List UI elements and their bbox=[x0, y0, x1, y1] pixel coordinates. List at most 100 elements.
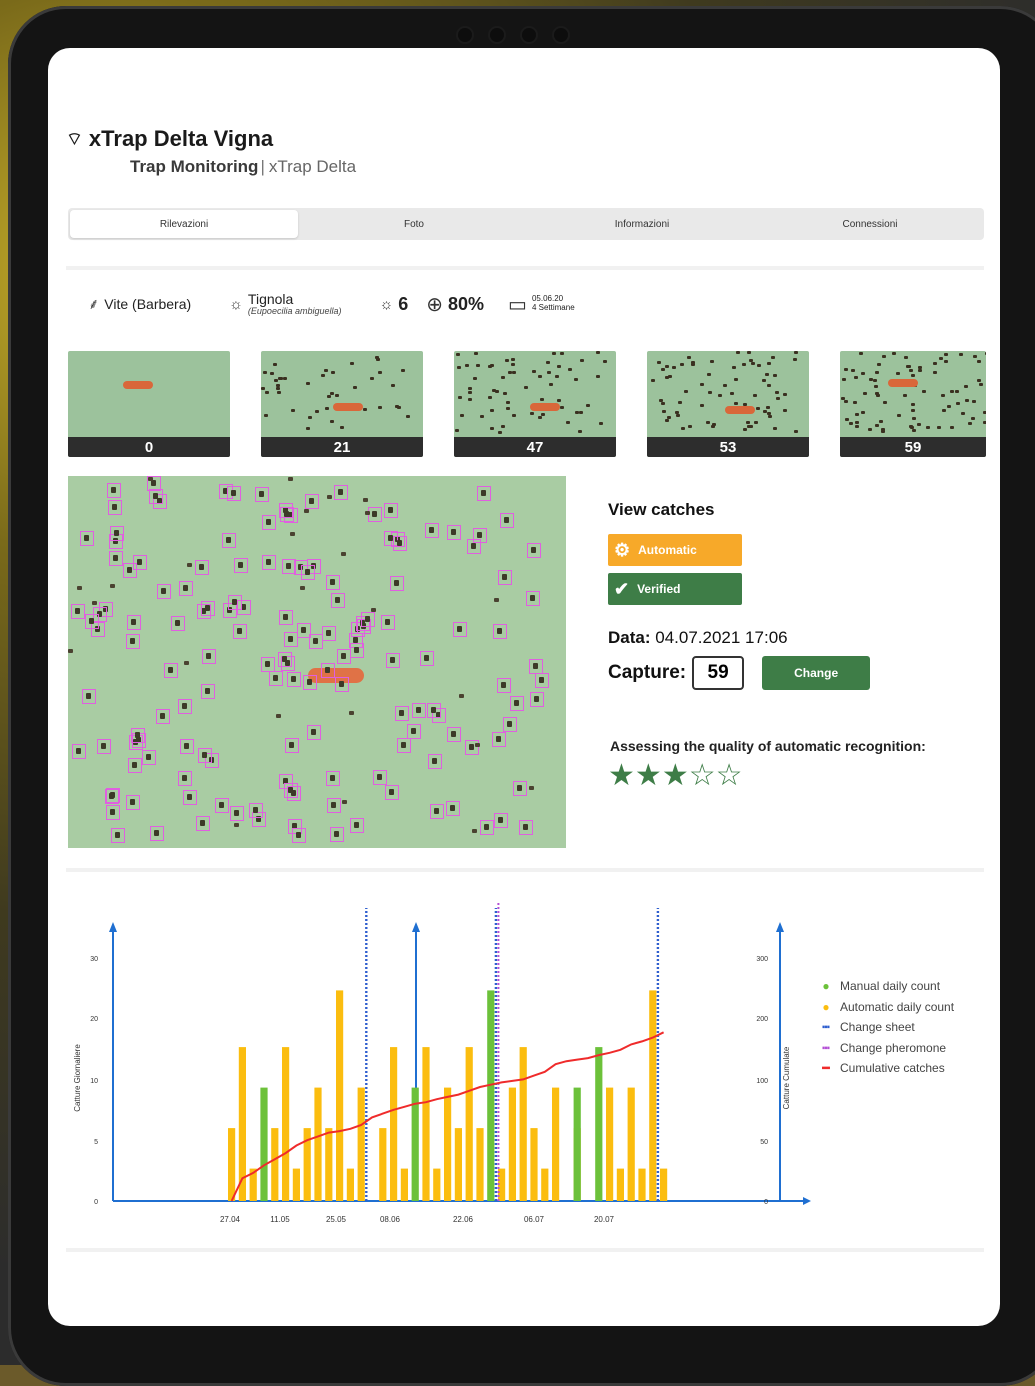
detection-box bbox=[420, 651, 434, 666]
capture-count-field[interactable]: 59 bbox=[692, 656, 745, 690]
tab-rilevazioni[interactable]: Rilevazioni bbox=[70, 210, 298, 238]
detection-box bbox=[494, 813, 508, 828]
insect bbox=[342, 800, 347, 804]
data-label: Data: bbox=[608, 628, 651, 647]
thumbnail[interactable]: 0 bbox=[68, 351, 230, 457]
detection-box bbox=[280, 507, 294, 522]
y-tick-label-right: 50 bbox=[760, 1139, 768, 1146]
thumbnail[interactable]: 59 bbox=[840, 351, 986, 457]
detection-box bbox=[385, 785, 399, 800]
detection-box bbox=[303, 675, 317, 690]
bar-manual bbox=[260, 1087, 268, 1201]
star-empty-icon[interactable]: ☆ bbox=[689, 758, 716, 793]
target-icon: ⊕ bbox=[426, 293, 444, 316]
insect bbox=[363, 498, 368, 502]
automatic-button[interactable]: ⚙ Automatic bbox=[608, 534, 742, 566]
pest-name: Tignola bbox=[247, 290, 294, 307]
pest-count: 6 bbox=[398, 293, 409, 314]
legend-label: Change sheet bbox=[840, 1020, 915, 1035]
star-filled-icon[interactable]: ★ bbox=[662, 758, 689, 793]
insect bbox=[187, 563, 192, 567]
detection-box bbox=[326, 771, 340, 786]
bar-automatic bbox=[271, 1128, 279, 1201]
bar-automatic bbox=[357, 1087, 365, 1201]
check-badge-icon: ✔ bbox=[614, 578, 630, 599]
insect bbox=[459, 694, 464, 698]
detection-box bbox=[477, 486, 491, 501]
x-tick-label: 11.05 bbox=[270, 1215, 290, 1224]
pest-count-info: ☼ 6 bbox=[379, 294, 408, 315]
y-tick-label-right: 0 bbox=[764, 1199, 768, 1206]
y-axis-right-arrow bbox=[776, 922, 784, 932]
detection-box bbox=[330, 827, 344, 842]
app-screen: ⌔ xTrap Delta Vigna Trap Monitoring | xTra… bbox=[48, 48, 1000, 1326]
star-empty-icon[interactable]: ☆ bbox=[716, 758, 743, 793]
bar-automatic bbox=[390, 1047, 398, 1201]
insect bbox=[148, 477, 153, 481]
rating-stars[interactable]: ★ ★ ★ ☆ ☆ bbox=[608, 758, 743, 793]
detection-box bbox=[156, 709, 170, 724]
detection-box bbox=[467, 539, 481, 554]
y-tick-label-left: 5 bbox=[94, 1139, 98, 1146]
detection-box bbox=[309, 634, 323, 649]
y-tick-label-right: 200 bbox=[756, 1016, 768, 1023]
signal-icon: ⌔ bbox=[66, 128, 83, 149]
view-catches-heading: View catches bbox=[608, 500, 715, 519]
thumbnail[interactable]: 47 bbox=[454, 351, 616, 457]
detection-box bbox=[109, 551, 123, 566]
thumbnail[interactable]: 21 bbox=[261, 351, 423, 457]
detection-box bbox=[262, 515, 276, 530]
detection-box bbox=[390, 576, 404, 591]
detection-box bbox=[368, 507, 382, 522]
date-info: ▭ 05.06.20 4 Settimane bbox=[508, 292, 575, 317]
detection-box bbox=[321, 663, 335, 678]
tab-label: Foto bbox=[403, 218, 424, 230]
detection-box bbox=[381, 615, 395, 630]
bar-automatic bbox=[552, 1087, 560, 1201]
tab-foto[interactable]: Foto bbox=[300, 208, 528, 240]
breadcrumb: Trap Monitoring | xTrap Delta bbox=[130, 157, 356, 177]
camera-bar bbox=[458, 26, 598, 44]
trap-photo-detections[interactable] bbox=[68, 476, 566, 848]
breadcrumb-section: Trap Monitoring bbox=[130, 157, 259, 176]
y-axis-label-left: Catture Giornaliere bbox=[73, 1044, 82, 1112]
change-button[interactable]: Change bbox=[762, 656, 871, 690]
catches-panel: View catches ⚙ Automatic ✔ Verified Data… bbox=[608, 500, 988, 792]
detection-box bbox=[326, 575, 340, 590]
tab-label: Informazioni bbox=[614, 218, 670, 230]
legend-marker: ┅ bbox=[822, 1020, 830, 1035]
detection-box bbox=[97, 739, 111, 754]
detection-box bbox=[71, 604, 85, 619]
detection-box bbox=[301, 565, 315, 580]
y-tick-label-left: 0 bbox=[94, 1199, 98, 1206]
verified-button[interactable]: ✔ Verified bbox=[608, 573, 742, 605]
star-filled-icon[interactable]: ★ bbox=[608, 758, 635, 793]
bar-automatic bbox=[465, 1047, 473, 1201]
app-title: xTrap Delta Vigna bbox=[88, 126, 274, 151]
legend-item: ━ Cumulative catches bbox=[818, 1058, 954, 1079]
tab-connessioni[interactable]: Connessioni bbox=[756, 208, 984, 240]
detection-box bbox=[384, 503, 398, 518]
detection-box bbox=[386, 653, 400, 668]
battery-info: ⊕ 80% bbox=[426, 292, 484, 317]
crop-label: Vite (Barbera) bbox=[104, 296, 192, 312]
thumbnail[interactable]: 53 bbox=[647, 351, 809, 457]
pest-latin-name: (Eupoecilia ambiguella) bbox=[247, 305, 342, 316]
star-filled-icon[interactable]: ★ bbox=[635, 758, 662, 793]
thumbnail-count: 0 bbox=[68, 437, 230, 457]
y-tick-label-right: 100 bbox=[756, 1078, 768, 1085]
bar-automatic bbox=[627, 1087, 635, 1201]
divider bbox=[66, 266, 984, 270]
data-value: 04.07.2021 17:06 bbox=[655, 628, 788, 647]
insect bbox=[110, 584, 115, 588]
tab-informazioni[interactable]: Informazioni bbox=[528, 208, 756, 240]
trap-info-bar: ⸙ Vite (Barbera) ☼ Tignola (Eupoecilia a… bbox=[88, 286, 988, 322]
y-tick-label-left: 10 bbox=[90, 1078, 98, 1085]
detection-box bbox=[110, 526, 124, 541]
thumbnail-count: 53 bbox=[647, 437, 809, 457]
detection-box bbox=[527, 543, 541, 558]
x-tick-label: 20.07 bbox=[594, 1215, 615, 1224]
thumbnail-count: 47 bbox=[454, 437, 616, 457]
date-line2: 4 Settimane bbox=[531, 303, 575, 312]
detection-box bbox=[447, 727, 461, 742]
